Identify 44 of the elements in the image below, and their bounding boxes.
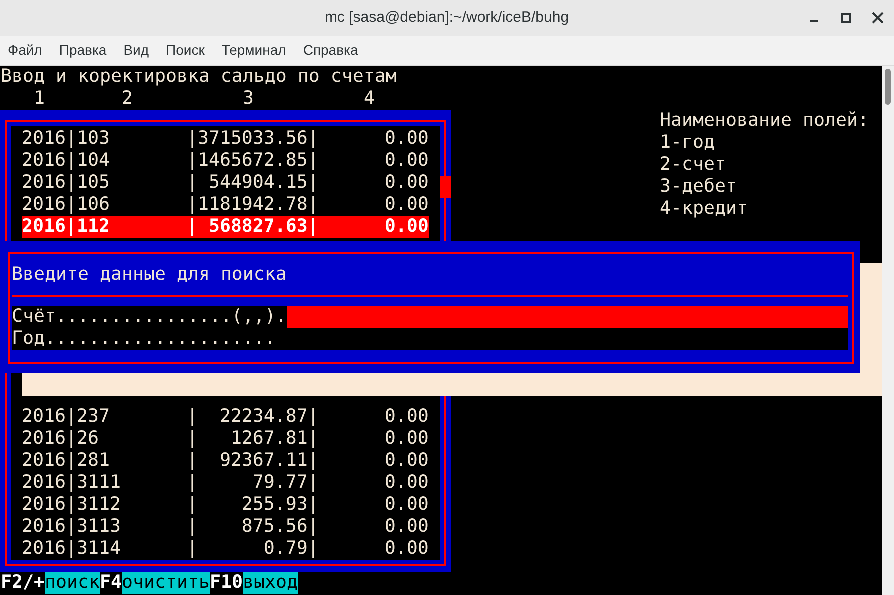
table-row[interactable]: 2016|112 | 568827.63| 0.00 <box>22 216 429 238</box>
legend-item: 2-счет <box>660 154 727 176</box>
function-key-action[interactable]: поиск <box>45 572 100 594</box>
menu-item[interactable]: Поиск <box>166 40 205 61</box>
window-title: mc [sasa@debian]:~/work/iceB/buhg <box>324 8 570 28</box>
form-row[interactable]: Счёт................(,,). <box>12 306 848 328</box>
menu-item[interactable]: Файл <box>8 40 42 61</box>
table-row[interactable]: 2016|26 | 1267.81| 0.00 <box>22 428 429 450</box>
legend-item: 3-дебет <box>660 176 738 198</box>
column-number: 4 <box>364 88 375 110</box>
form-row[interactable]: Год..................... <box>12 328 848 350</box>
scroll-marker[interactable] <box>440 176 451 198</box>
column-number: 1 <box>34 88 45 110</box>
function-key: F4 <box>100 572 122 594</box>
table-row[interactable]: 2016|104 |1465672.85| 0.00 <box>22 150 429 172</box>
table-row[interactable]: 2016|237 | 22234.87| 0.00 <box>22 406 429 428</box>
table-row[interactable]: 2016|103 |3715033.56| 0.00 <box>22 128 429 150</box>
dialog-title: Введите данные для поиска <box>12 264 287 286</box>
scrollbar-thumb[interactable] <box>885 69 891 105</box>
input-field[interactable] <box>286 306 848 328</box>
function-key: F2/+ <box>1 572 45 594</box>
column-number: 2 <box>122 88 133 110</box>
table-row[interactable]: 2016|3112 | 255.93| 0.00 <box>22 494 429 516</box>
field-label: Счёт................(,,). <box>12 306 287 328</box>
legend-item: 4-кредит <box>660 198 749 220</box>
menu-item[interactable]: Вид <box>124 40 150 61</box>
scrollbar[interactable] <box>882 66 894 595</box>
column-number: 3 <box>243 88 254 110</box>
function-key-action[interactable]: выход <box>242 572 298 594</box>
field-label: Год..................... <box>12 328 276 350</box>
legend-item: 1-год <box>660 132 716 154</box>
menu-item[interactable]: Правка <box>59 40 107 61</box>
menu-item[interactable]: Справка <box>303 40 358 61</box>
screen-title: Ввод и коректировка сальдо по счетам <box>1 66 397 88</box>
table-row[interactable]: 2016|3113 | 875.56| 0.00 <box>22 516 429 538</box>
function-key-action[interactable]: очистить <box>122 572 210 594</box>
function-key: F10 <box>210 572 243 594</box>
table-row[interactable]: 2016|105 | 544904.15| 0.00 <box>22 172 429 194</box>
table-row[interactable]: 2016|3114 | 0.79| 0.00 <box>22 538 429 560</box>
legend-title: Наименование полей: <box>660 110 869 132</box>
table-row[interactable]: 2016|106 |1181942.78| 0.00 <box>22 194 429 216</box>
menu-item[interactable]: Терминал <box>222 40 286 61</box>
table-row[interactable]: 2016|281 | 92367.11| 0.00 <box>22 450 429 472</box>
table-row[interactable]: 2016|3111 | 79.77| 0.00 <box>22 472 429 494</box>
